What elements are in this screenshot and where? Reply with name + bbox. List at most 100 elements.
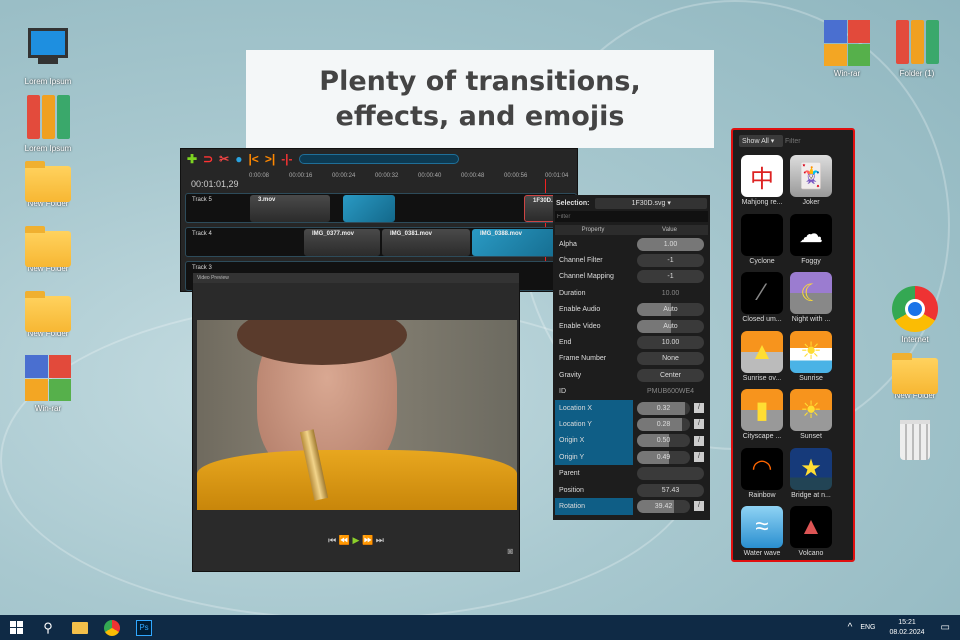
property-row[interactable]: Channel Mapping -1	[555, 269, 708, 285]
property-name: Position	[559, 486, 584, 494]
property-row[interactable]: Rotation 39.42 /	[555, 498, 708, 515]
next-marker-icon[interactable]: >|	[265, 152, 275, 166]
keyframe-icon[interactable]: /	[694, 501, 704, 512]
file-explorer-icon[interactable]	[64, 615, 96, 640]
property-value-field[interactable]: Center	[637, 368, 704, 382]
rewind-icon[interactable]: ⏪	[339, 535, 350, 545]
emoji-item[interactable]: ★ Bridge at n...	[788, 447, 834, 506]
language-indicator[interactable]: ENG	[860, 624, 875, 631]
play-icon[interactable]: ▶	[353, 535, 360, 545]
search-icon[interactable]: ⚲	[32, 615, 64, 640]
clip[interactable]: IMG_0381.mov	[382, 229, 470, 256]
property-value-field[interactable]: 0.50	[637, 434, 690, 448]
desktop-icon-new-folder[interactable]: New Folder	[880, 352, 950, 400]
property-value-field[interactable]: 0.32	[637, 401, 690, 415]
keyframe-icon[interactable]: /	[694, 435, 704, 446]
desktop-icon-folder-1[interactable]: Folder (1)	[882, 20, 952, 78]
tray-chevron-icon[interactable]: ^	[848, 622, 853, 633]
property-row[interactable]: Gravity Center	[555, 367, 708, 383]
marker-icon[interactable]: ●	[235, 152, 242, 166]
show-all-dropdown[interactable]: Show All ▾	[739, 135, 783, 147]
emoji-item[interactable]: ☁ Foggy	[788, 213, 834, 272]
properties-filter-input[interactable]	[555, 211, 708, 222]
property-row[interactable]: Location X 0.32 /	[555, 399, 708, 417]
zoom-scrollbar[interactable]	[298, 154, 459, 164]
property-value-field[interactable]: None	[637, 352, 704, 366]
property-value-field[interactable]: 0.49	[637, 450, 690, 464]
photoshop-icon[interactable]: Ps	[128, 615, 160, 640]
property-row[interactable]: End 10.00	[555, 334, 708, 350]
emoji-item[interactable]: 🃏 Joker	[788, 154, 834, 213]
razor-icon[interactable]: ✂	[219, 152, 229, 166]
add-track-icon[interactable]: ✚	[187, 152, 197, 166]
emoji-filter-input[interactable]	[785, 135, 851, 147]
property-value-field[interactable]: -1	[637, 254, 704, 268]
emoji-item[interactable]: ▲ Volcano	[788, 505, 834, 564]
property-value-field[interactable]: Auto	[637, 303, 704, 317]
notification-icon[interactable]: ▭	[941, 622, 950, 633]
property-row[interactable]: Channel Filter -1	[555, 252, 708, 268]
emoji-label: Sunrise	[799, 374, 823, 382]
fast-forward-icon[interactable]: ⏩	[362, 535, 373, 545]
property-value-field[interactable]: 10.00	[637, 336, 704, 350]
property-row[interactable]: Origin X 0.50 /	[555, 432, 708, 450]
property-row[interactable]: ID PMUB600WE4	[555, 384, 708, 400]
emoji-item[interactable]: ☾ Night with ...	[788, 271, 834, 330]
property-row[interactable]: Parent	[555, 465, 708, 481]
emoji-item[interactable]: ≈ Water wave	[739, 505, 785, 564]
selection-dropdown[interactable]: 1F30D.svg ▾	[595, 197, 707, 209]
emoji-item[interactable]: ◠ Rainbow	[739, 447, 785, 506]
keyframe-icon[interactable]: /	[694, 452, 704, 463]
property-value-field[interactable]: 57.43	[637, 483, 704, 497]
keyframe-icon[interactable]: /	[694, 403, 704, 414]
property-row[interactable]: Position 57.43	[555, 482, 708, 498]
snap-magnet-icon[interactable]: ⊃	[203, 152, 213, 166]
property-value-field[interactable]: 1.00	[637, 237, 704, 251]
property-value-field[interactable]: PMUB600WE4	[637, 385, 704, 398]
property-value-field[interactable]	[637, 467, 704, 481]
property-row[interactable]: Enable Video Auto	[555, 318, 708, 334]
emoji-item[interactable]: 中 Mahjong re...	[739, 154, 785, 213]
desktop-icon-winrar[interactable]: Win-rar	[812, 20, 882, 78]
property-row[interactable]: Frame Number None	[555, 351, 708, 367]
desktop-icon-new-folder[interactable]: New Folder	[13, 225, 83, 273]
clip[interactable]: IMG_0377.mov	[304, 229, 380, 256]
emoji-item[interactable]: ☀ Sunrise	[788, 330, 834, 389]
keyframe-icon[interactable]: /	[694, 419, 704, 430]
emoji-item[interactable]: ⁄ Closed um...	[739, 271, 785, 330]
transition[interactable]	[343, 195, 395, 222]
property-row[interactable]: Enable Audio Auto	[555, 302, 708, 318]
desktop-icon-new-folder[interactable]: New Folder	[13, 290, 83, 338]
emoji-thumbnail-icon: ☀	[790, 389, 832, 431]
desktop-icon-new-folder[interactable]: New Folder	[13, 160, 83, 208]
jump-start-icon[interactable]: ⏮	[328, 535, 336, 545]
jump-end-icon[interactable]: ⏭	[376, 535, 384, 545]
property-value-field[interactable]: 10.00	[637, 287, 704, 300]
tick-label: 00:00:16	[289, 173, 313, 179]
emoji-item[interactable]: ☀ Sunset	[788, 388, 834, 447]
windows-start-icon[interactable]	[0, 615, 32, 640]
desktop-icon-lorem-ipsum[interactable]: Lorem Ipsum	[13, 28, 83, 86]
camera-icon[interactable]: ◙	[508, 546, 513, 556]
property-value-field[interactable]: Auto	[637, 319, 704, 333]
desktop-icon-recycle-bin[interactable]	[880, 420, 950, 469]
emoji-item[interactable]: ▮ Cityscape ...	[739, 388, 785, 447]
property-row[interactable]: Origin Y 0.49 /	[555, 449, 708, 466]
column-header-property: Property	[581, 227, 605, 233]
clock[interactable]: 15:21 08.02.2024	[890, 618, 925, 638]
emoji-item[interactable]: Cyclone	[739, 213, 785, 272]
property-value-field[interactable]: -1	[637, 270, 704, 284]
desktop-icon-internet[interactable]: Internet	[880, 286, 950, 344]
clip[interactable]: 3.mov	[250, 195, 330, 222]
desktop-icon-winrar[interactable]: Win-rar	[13, 355, 83, 413]
chrome-icon[interactable]	[96, 615, 128, 640]
center-playhead-icon[interactable]: -|-	[281, 152, 292, 166]
property-row[interactable]: Location Y 0.28 /	[555, 416, 708, 433]
property-row[interactable]: Alpha 1.00	[555, 236, 708, 252]
desktop-icon-lorem-ipsum-2[interactable]: Lorem Ipsum	[13, 95, 83, 153]
emoji-item[interactable]: ▲ Sunrise ov...	[739, 330, 785, 389]
property-value-field[interactable]: 39.42	[637, 499, 690, 513]
property-row[interactable]: Duration 10.00	[555, 285, 708, 301]
property-value-field[interactable]: 0.28	[637, 417, 690, 431]
previous-marker-icon[interactable]: |<	[248, 152, 258, 166]
